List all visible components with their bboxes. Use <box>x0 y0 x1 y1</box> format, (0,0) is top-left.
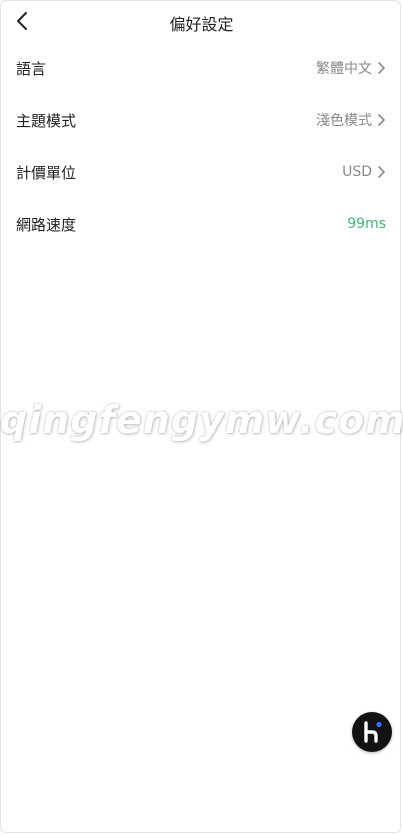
watermark: qingfengymw.com <box>0 398 403 442</box>
chevron-right-icon <box>377 113 386 127</box>
setting-value-group: 99ms <box>347 216 386 232</box>
setting-value: 淺色模式 <box>316 113 372 129</box>
setting-label: 計價單位 <box>16 163 77 182</box>
setting-value: 繁體中文 <box>316 61 372 77</box>
chevron-right-icon <box>377 61 386 75</box>
setting-row-language[interactable]: 語言 繁體中文 <box>0 42 403 94</box>
chevron-right-icon <box>377 165 386 179</box>
page-title: 偏好設定 <box>169 15 234 34</box>
k-logo-icon <box>364 721 382 743</box>
setting-value-group: 淺色模式 <box>316 110 386 130</box>
setting-row-currency[interactable]: 計價單位 USD <box>0 146 403 198</box>
setting-row-theme[interactable]: 主題模式 淺色模式 <box>0 94 403 146</box>
network-speed-value: 99ms <box>347 216 386 232</box>
k-logo-button[interactable] <box>352 712 392 752</box>
header: 偏好設定 <box>0 0 403 42</box>
setting-value-group: USD <box>342 164 386 180</box>
setting-label: 網路速度 <box>16 215 77 234</box>
setting-value: USD <box>342 164 372 180</box>
setting-label: 語言 <box>16 59 47 78</box>
accent-dot <box>376 721 382 728</box>
settings-list: 語言 繁體中文 主題模式 淺色模式 計價單位 USD 網路速度 99ms <box>0 42 403 250</box>
setting-row-network-speed: 網路速度 99ms <box>0 198 403 250</box>
setting-label: 主題模式 <box>16 111 77 130</box>
setting-value-group: 繁體中文 <box>316 58 386 78</box>
